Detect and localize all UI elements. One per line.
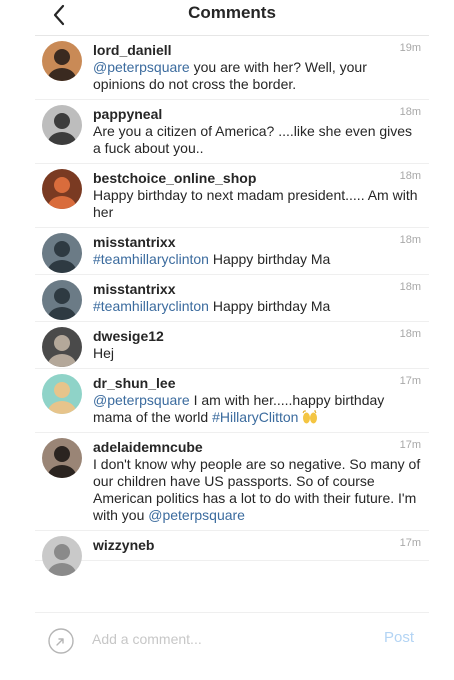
comment-timestamp: 17m	[399, 375, 421, 387]
comment-timestamp: 18m	[399, 281, 421, 293]
comment-text: @peterpsquare I am with her.....happy bi…	[93, 392, 421, 426]
comment-timestamp: 18m	[399, 234, 421, 246]
avatar[interactable]	[42, 536, 82, 576]
comment-list[interactable]: 19m lord_daniell @peterpsquare you are wit…	[35, 36, 429, 612]
comment-text: Are you a citizen of America? ....like s…	[93, 123, 421, 157]
comment-username[interactable]: wizzyneb	[93, 536, 421, 554]
comment-username[interactable]: dwesige12	[93, 327, 421, 345]
top-bar: Comments	[35, 0, 429, 36]
comment-text: #teamhillaryclinton Happy birthday Ma	[93, 251, 421, 268]
avatar[interactable]	[42, 105, 82, 145]
comment-text: #teamhillaryclinton Happy birthday Ma	[93, 298, 421, 315]
comment-username[interactable]: misstantrixx	[93, 233, 421, 251]
mention-link[interactable]: #teamhillaryclinton	[93, 251, 209, 267]
comment-content: misstantrixx #teamhillaryclinton Happy bi…	[93, 275, 421, 321]
mention-link[interactable]: #teamhillaryclinton	[93, 298, 209, 314]
comment-timestamp: 18m	[399, 328, 421, 340]
comment-username[interactable]: lord_daniell	[93, 41, 421, 59]
comment-content: dr_shun_lee @peterpsquare I am with her..…	[93, 369, 421, 432]
mention-link[interactable]: @peterpsquare	[148, 507, 245, 523]
comment-content: dwesige12 Hej	[93, 322, 421, 368]
comment-text-segment: Happy birthday to next madam president..…	[93, 187, 418, 220]
comment-content: misstantrixx #teamhillaryclinton Happy bi…	[93, 228, 421, 274]
raised-hands-emoji-icon	[302, 410, 318, 424]
comment-content: pappyneal Are you a citizen of America? .…	[93, 100, 421, 163]
comment-text: @peterpsquare you are with her? Well, yo…	[93, 59, 421, 93]
comment-item[interactable]: 18m misstantrixx #teamhillaryclinton Happy…	[35, 228, 429, 275]
comment-text: I don't know why people are so negative.…	[93, 456, 421, 524]
comment-item[interactable]: 18m pappyneal Are you a citizen of America…	[35, 100, 429, 164]
comment-item[interactable]: 17m dr_shun_lee @peterpsquare I am with he…	[35, 369, 429, 433]
comment-input[interactable]	[92, 629, 352, 649]
comment-timestamp: 18m	[399, 170, 421, 182]
comment-item[interactable]: 19m lord_daniell @peterpsquare you are wit…	[35, 36, 429, 100]
comment-username[interactable]: pappyneal	[93, 105, 421, 123]
comment-item[interactable]: 18m bestchoice_online_shop Happy birthday …	[35, 164, 429, 228]
comments-screen: Comments 19m lord_daniell @peterpsquare yo…	[35, 0, 429, 680]
comment-item[interactable]: 17m adelaidemncube I don't know why people…	[35, 433, 429, 531]
comment-username[interactable]: adelaidemncube	[93, 438, 421, 456]
comment-text-segment: Are you a citizen of America? ....like s…	[93, 123, 413, 156]
comment-composer: Post	[35, 612, 429, 665]
comment-content: wizzyneb	[93, 531, 421, 560]
comment-text: Happy birthday to next madam president..…	[93, 187, 421, 221]
avatar[interactable]	[42, 233, 82, 273]
comment-timestamp: 19m	[399, 42, 421, 54]
mention-link[interactable]: @peterpsquare	[93, 59, 190, 75]
comment-item[interactable]: 17m wizzyneb	[35, 531, 429, 576]
comment-text-segment: Happy birthday Ma	[208, 251, 331, 267]
comment-username[interactable]: dr_shun_lee	[93, 374, 421, 392]
mention-link[interactable]: @peterpsquare	[93, 392, 190, 408]
page-title: Comments	[188, 3, 276, 22]
comment-text-segment: Hej	[93, 345, 115, 361]
avatar[interactable]	[42, 438, 82, 478]
comment-timestamp: 17m	[399, 439, 421, 451]
avatar[interactable]	[42, 374, 82, 414]
comment-content: adelaidemncube I don't know why people ar…	[93, 433, 421, 530]
comment-text-segment: Happy birthday Ma	[208, 298, 331, 314]
post-button[interactable]: Post	[384, 629, 414, 646]
avatar[interactable]	[42, 41, 82, 81]
camera-icon[interactable]	[47, 627, 75, 655]
avatar[interactable]	[42, 280, 82, 320]
comment-username[interactable]: bestchoice_online_shop	[93, 169, 421, 187]
comment-text: Hej	[93, 345, 421, 362]
comment-content: lord_daniell @peterpsquare you are with h…	[93, 36, 421, 99]
comment-content: bestchoice_online_shop Happy birthday to …	[93, 164, 421, 227]
comment-username[interactable]: misstantrixx	[93, 280, 421, 298]
avatar[interactable]	[42, 327, 82, 367]
comment-item[interactable]: 18m dwesige12 Hej	[35, 322, 429, 369]
comment-text-segment: I don't know why people are so negative.…	[93, 456, 421, 523]
avatar[interactable]	[42, 169, 82, 209]
comment-timestamp: 18m	[399, 106, 421, 118]
mention-link[interactable]: #HillaryClitton	[212, 409, 298, 425]
comment-item[interactable]: 18m misstantrixx #teamhillaryclinton Happy…	[35, 275, 429, 322]
comment-timestamp: 17m	[399, 537, 421, 549]
